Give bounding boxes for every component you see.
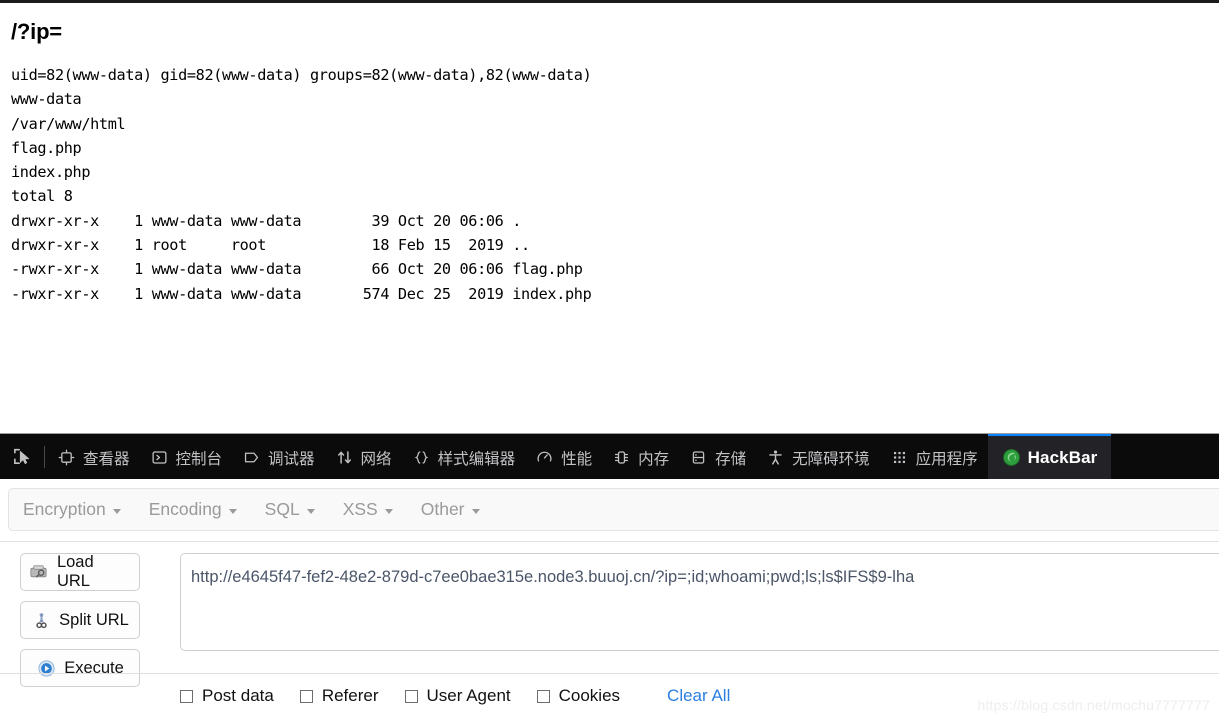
console-icon bbox=[150, 448, 169, 467]
tab-inspector[interactable]: 查看器 bbox=[47, 434, 140, 479]
checkbox-box[interactable] bbox=[180, 689, 193, 703]
tab-label: 网络 bbox=[360, 450, 392, 468]
checkbox-box[interactable] bbox=[299, 689, 313, 703]
hackbar-action-buttons: Load URL Split URL Execute bbox=[20, 553, 140, 687]
watermark: https://blog.csdn.net/mochu7777777 bbox=[977, 697, 1210, 713]
devtools-tab-list: 查看器 控制台 调试器 网络 样式编辑器 性能 内存 存储 无障碍环境 应用程序… bbox=[47, 434, 1219, 479]
storage-icon bbox=[689, 448, 708, 467]
menubar-divider bbox=[0, 541, 1219, 542]
performance-icon bbox=[535, 448, 554, 467]
url-input[interactable]: http://e4645f47-fef2-48e2-879d-c7ee0bae3… bbox=[180, 553, 1219, 651]
tab-label: 无障碍环境 bbox=[792, 450, 870, 468]
command-output: uid=82(www-data) gid=82(www-data) groups… bbox=[11, 66, 592, 303]
tab-console[interactable]: 控制台 bbox=[140, 434, 233, 479]
tab-memory[interactable]: 内存 bbox=[602, 434, 679, 479]
tab-performance[interactable]: 性能 bbox=[525, 434, 602, 479]
element-picker-icon[interactable] bbox=[0, 434, 44, 479]
checkbox-label: Cookies bbox=[558, 686, 621, 705]
tab-label: 应用程序 bbox=[915, 450, 978, 468]
checkbox-box[interactable] bbox=[536, 689, 550, 703]
post-data-checkbox[interactable]: Post data bbox=[180, 686, 274, 706]
devtools-panel: 查看器 控制台 调试器 网络 样式编辑器 性能 内存 存储 无障碍环境 应用程序… bbox=[0, 433, 1219, 716]
play-icon bbox=[36, 658, 56, 678]
tab-label: 调试器 bbox=[268, 450, 315, 468]
checkbox-label: Post data bbox=[202, 686, 274, 705]
application-icon bbox=[890, 448, 909, 467]
hackbar-options-row: Post data Referer User Agent Cookies Cle… bbox=[180, 679, 730, 713]
menu-label: Encryption bbox=[23, 499, 106, 519]
menu-label: Encoding bbox=[148, 499, 222, 519]
devtools-toolbar: 查看器 控制台 调试器 网络 样式编辑器 性能 内存 存储 无障碍环境 应用程序… bbox=[0, 434, 1219, 479]
tab-label: 样式编辑器 bbox=[437, 450, 516, 468]
textarea-divider bbox=[0, 673, 1219, 674]
hackbar-icon bbox=[1002, 448, 1021, 467]
browser-window: /?ip= uid=82(www-data) gid=82(www-data) … bbox=[0, 0, 1219, 716]
accessibility-icon bbox=[766, 448, 785, 467]
toolbar-divider bbox=[44, 445, 45, 468]
tab-label: 查看器 bbox=[83, 450, 130, 468]
network-icon bbox=[335, 448, 354, 467]
chevron-down-icon bbox=[112, 508, 121, 514]
button-label: Execute bbox=[64, 658, 124, 677]
menu-other[interactable]: Other bbox=[421, 499, 480, 520]
cookies-checkbox[interactable]: Cookies bbox=[536, 686, 621, 706]
tab-accessibility[interactable]: 无障碍环境 bbox=[756, 434, 880, 479]
checkbox-label: Referer bbox=[321, 686, 379, 705]
page-title: /?ip= bbox=[11, 19, 62, 44]
execute-button[interactable]: Execute bbox=[20, 649, 140, 687]
tab-label: 控制台 bbox=[175, 450, 223, 468]
menu-label: SQL bbox=[264, 499, 300, 519]
chevron-down-icon bbox=[384, 508, 393, 514]
menu-label: XSS bbox=[342, 499, 378, 519]
button-label: Load URL bbox=[56, 553, 94, 590]
debugger-icon bbox=[242, 448, 261, 467]
checkbox-label: User Agent bbox=[426, 686, 511, 705]
user-agent-checkbox[interactable]: User Agent bbox=[404, 686, 511, 706]
load-url-button[interactable]: Load URL bbox=[20, 553, 140, 591]
split-url-button[interactable]: Split URL bbox=[20, 601, 140, 639]
scissors-icon bbox=[31, 610, 51, 630]
menu-encoding[interactable]: Encoding bbox=[149, 499, 237, 520]
load-url-icon bbox=[29, 562, 49, 582]
page-content: /?ip= uid=82(www-data) gid=82(www-data) … bbox=[0, 3, 1219, 433]
tab-style-editor[interactable]: 样式编辑器 bbox=[402, 434, 526, 479]
button-label: Split URL bbox=[59, 610, 129, 629]
tab-application[interactable]: 应用程序 bbox=[880, 434, 988, 479]
tab-network[interactable]: 网络 bbox=[325, 434, 402, 479]
menu-encryption[interactable]: Encryption bbox=[23, 499, 121, 520]
referer-checkbox[interactable]: Referer bbox=[299, 686, 379, 706]
hackbar-panel: Encryption Encoding SQL XSS Other Load U… bbox=[0, 479, 1219, 716]
menu-sql[interactable]: SQL bbox=[265, 499, 315, 520]
chevron-down-icon bbox=[306, 508, 315, 514]
memory-icon bbox=[612, 448, 631, 467]
inspector-icon bbox=[57, 448, 76, 467]
style-editor-icon bbox=[412, 448, 431, 467]
tab-label: 内存 bbox=[638, 450, 670, 468]
hackbar-menubar: Encryption Encoding SQL XSS Other bbox=[8, 488, 1219, 531]
chevron-down-icon bbox=[471, 508, 480, 514]
tab-debugger[interactable]: 调试器 bbox=[232, 434, 325, 479]
tab-label: HackBar bbox=[1027, 447, 1098, 467]
tab-storage[interactable]: 存储 bbox=[679, 434, 756, 479]
tab-label: 存储 bbox=[715, 450, 747, 468]
tab-label: 性能 bbox=[561, 450, 593, 468]
menu-xss[interactable]: XSS bbox=[343, 499, 393, 520]
menu-label: Other bbox=[420, 499, 465, 519]
chevron-down-icon bbox=[228, 508, 237, 514]
tab-hackbar[interactable]: HackBar bbox=[987, 434, 1112, 479]
clear-all-link[interactable]: Clear All bbox=[667, 686, 730, 706]
checkbox-box[interactable] bbox=[404, 689, 418, 703]
